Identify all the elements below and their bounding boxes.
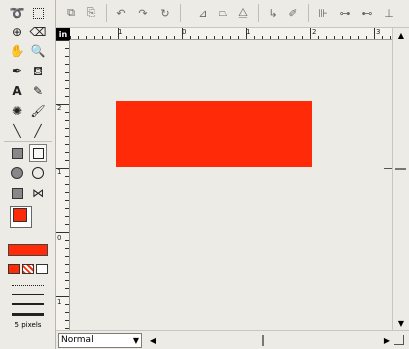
redo-icon[interactable]: ↷ xyxy=(134,4,152,22)
ellipse-icon[interactable] xyxy=(29,164,47,182)
eyedropper-icon[interactable]: ✒ xyxy=(8,62,26,80)
perspective-icon[interactable]: ⧋ xyxy=(234,4,252,22)
toolbox: ➰ ⊕ ⌫ ✋ 🔍 ✒ ⛾ A ✎ ✺ 🖌 ╲ ╱ ⋈ 5 pixels xyxy=(0,0,56,349)
scroll-down-icon[interactable]: ▼ xyxy=(394,316,408,330)
ruler-label: 2 xyxy=(312,28,317,36)
vertical-ruler-ticks xyxy=(56,40,69,329)
ruler-label: 2 xyxy=(57,104,62,112)
zoom-icon[interactable]: 🔍 xyxy=(29,42,47,60)
bottom-bar: Normal ▼ ◀ ▶ xyxy=(56,330,409,349)
eraser-icon[interactable]: ⌫ xyxy=(29,23,47,41)
ruler-label: 0 xyxy=(182,28,187,36)
undo-icon[interactable]: ↶ xyxy=(112,4,130,22)
stroke-width-1[interactable] xyxy=(12,285,44,286)
horizontal-scroll-thumb[interactable] xyxy=(262,335,264,346)
align-bottom-icon[interactable]: ⊥ xyxy=(380,4,398,22)
slash-line-icon[interactable]: ╱ xyxy=(29,122,47,140)
marquee-icon[interactable] xyxy=(29,4,47,22)
fill-style-pattern[interactable] xyxy=(22,264,34,274)
edit-points-icon[interactable]: ✐ xyxy=(284,4,302,22)
distort-icon[interactable]: ⏢ xyxy=(214,4,232,22)
horizontal-scrollbar[interactable]: ◀ ▶ xyxy=(146,333,396,348)
scroll-right-icon[interactable]: ▶ xyxy=(380,333,394,347)
flip-icon[interactable]: ↳ xyxy=(264,4,282,22)
scroll-up-icon[interactable]: ▲ xyxy=(394,28,408,42)
horizontal-ruler: 1 0 1 2 3 xyxy=(70,28,392,40)
foreground-color-swatch[interactable] xyxy=(13,208,27,222)
align-right-icon[interactable]: ⊷ xyxy=(358,4,376,22)
top-toolbar: ⧉ ⎘ ↶ ↷ ↻ ⊿ ⏢ ⧋ ↳ ✐ ⊪ ⊶ ⊷ ⊥ xyxy=(56,0,409,28)
vertical-scrollbar[interactable]: ▲ ▼ xyxy=(392,28,409,330)
toolbox-divider xyxy=(4,141,52,142)
filled-polygon-icon[interactable] xyxy=(8,184,26,202)
drawing-canvas[interactable] xyxy=(70,40,394,330)
polygon-icon[interactable]: ⋈ xyxy=(29,184,47,202)
ruler-label: 1 xyxy=(246,28,251,36)
hand-icon[interactable]: ✋ xyxy=(8,42,26,60)
lasso-icon[interactable]: ➰ xyxy=(8,4,26,22)
align-center-icon[interactable]: ⊶ xyxy=(336,4,354,22)
ruler-label: 3 xyxy=(376,28,381,36)
line-icon[interactable]: ╲ xyxy=(8,122,26,140)
scroll-left-icon[interactable]: ◀ xyxy=(146,333,160,347)
red-rectangle-shape[interactable] xyxy=(116,101,312,167)
crop-icon[interactable]: ⧉ xyxy=(62,4,80,22)
fill-style-none[interactable] xyxy=(36,264,48,274)
filled-ellipse-icon[interactable] xyxy=(8,164,26,182)
rotate-icon[interactable]: ↻ xyxy=(156,4,174,22)
blend-mode-select[interactable]: Normal ▼ xyxy=(58,333,142,348)
toolbar-divider xyxy=(106,4,107,22)
toolbar-divider xyxy=(308,4,309,22)
stroke-width-2[interactable] xyxy=(12,294,44,295)
rect-icon[interactable] xyxy=(29,144,47,162)
filled-rect-icon[interactable] xyxy=(8,144,26,162)
skew-icon[interactable]: ⊿ xyxy=(194,4,212,22)
vertical-scroll-thumb[interactable] xyxy=(395,168,406,170)
toolbar-divider xyxy=(258,4,259,22)
stroke-width-label: 5 pixels xyxy=(14,321,42,329)
fill-style-solid[interactable] xyxy=(8,264,20,274)
align-left-icon[interactable]: ⊪ xyxy=(314,4,332,22)
fill-bucket-icon[interactable]: ⛾ xyxy=(29,62,47,80)
window-resize-grip[interactable] xyxy=(394,335,404,345)
chevron-down-icon: ▼ xyxy=(132,336,139,345)
stroke-width-5[interactable] xyxy=(12,313,44,316)
spray-icon[interactable]: ✺ xyxy=(8,102,26,120)
paste-icon[interactable]: ⎘ xyxy=(82,4,100,22)
ruler-label: 0 xyxy=(57,234,62,242)
ruler-units[interactable]: in xyxy=(56,28,70,40)
ruler-label: 1 xyxy=(57,168,62,176)
ruler-label: 1 xyxy=(118,28,123,36)
crosshair-icon[interactable]: ⊕ xyxy=(8,23,26,41)
ruler-label: 1 xyxy=(57,298,62,306)
fill-color-swatch[interactable] xyxy=(8,244,48,256)
vertical-ruler: 2 1 0 1 xyxy=(56,40,70,330)
text-icon[interactable]: A xyxy=(8,82,26,100)
blend-mode-value: Normal xyxy=(61,335,94,345)
toolbar-divider xyxy=(180,4,181,22)
stroke-width-3[interactable] xyxy=(12,303,44,305)
pencil-icon[interactable]: ✎ xyxy=(29,82,47,100)
brush-icon[interactable]: 🖌 xyxy=(29,102,47,120)
